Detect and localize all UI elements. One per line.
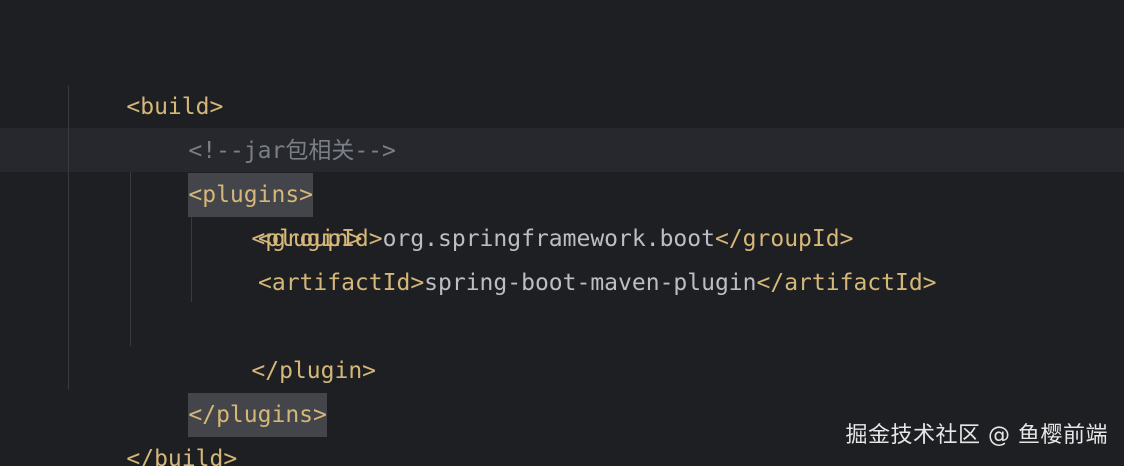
code-line-plugin-open[interactable]: <plugin> bbox=[196, 173, 362, 252]
code-line-groupid[interactable]: <groupId>org.springframework.boot</group… bbox=[258, 217, 853, 261]
code-line-build-close[interactable]: </build> bbox=[71, 393, 237, 466]
xml-tag: </build> bbox=[126, 446, 238, 466]
indent-guide bbox=[130, 172, 131, 346]
code-line-plugin-close[interactable]: </plugin> bbox=[196, 305, 376, 384]
code-line-plugins-close[interactable]: </plugins> bbox=[133, 349, 327, 437]
code-line-build-open[interactable]: <build> bbox=[71, 41, 223, 120]
xml-tag: </groupId> bbox=[714, 226, 854, 252]
xml-tag: <groupId> bbox=[258, 226, 383, 252]
code-line-plugins-open[interactable]: <plugins> bbox=[133, 129, 314, 217]
xml-tag: <artifactId> bbox=[258, 270, 425, 296]
indent-guide bbox=[68, 86, 69, 390]
code-line-comment[interactable]: <!--jar包相关--> bbox=[133, 85, 395, 164]
indent-guide bbox=[191, 216, 192, 302]
code-editor[interactable]: <build> <!--jar包相关--> <plugins> <plugin>… bbox=[0, 0, 1124, 466]
xml-text: org.springframework.boot bbox=[382, 226, 715, 252]
watermark: 掘金技术社区 @ 鱼樱前端 bbox=[845, 423, 1108, 448]
code-line-artifactid[interactable]: <artifactId>spring-boot-maven-plugin</ar… bbox=[258, 261, 937, 305]
xml-text: spring-boot-maven-plugin bbox=[424, 270, 757, 296]
xml-tag: </artifactId> bbox=[756, 270, 937, 296]
